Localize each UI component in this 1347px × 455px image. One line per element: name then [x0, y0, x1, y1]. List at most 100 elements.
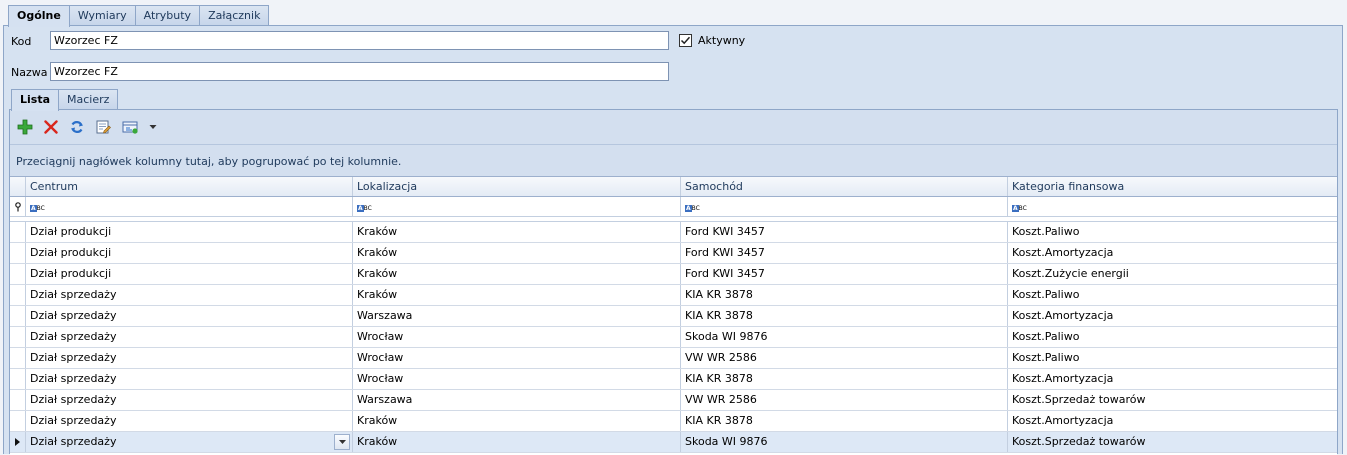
nazwa-field[interactable]: Wzorzec FZ [50, 62, 669, 81]
cell-samochod[interactable]: VW WR 2586 [681, 348, 1008, 368]
filter-lokalizacja[interactable]: ABC [353, 197, 681, 216]
table-row[interactable]: Dział sprzedaży Wrocław VW WR 2586 Koszt.Pa… [10, 348, 1337, 369]
cell-lokalizacja[interactable]: Kraków [353, 264, 681, 284]
cell-lokalizacja[interactable]: Kraków [353, 222, 681, 242]
cell-text: Dział produkcji [30, 225, 112, 238]
cell-kategoria[interactable]: Koszt.Amortyzacja [1008, 369, 1337, 389]
table-row[interactable]: Dział sprzedaży Kraków KIA KR 3878 Koszt.Pa… [10, 285, 1337, 306]
cell-kategoria[interactable]: Koszt.Paliwo [1008, 327, 1337, 347]
row-indicator [10, 264, 26, 284]
cell-lokalizacja[interactable]: Kraków [353, 411, 681, 431]
table-row[interactable]: Dział sprzedaży Warszawa KIA KR 3878 Koszt.… [10, 306, 1337, 327]
table-row[interactable]: Dział produkcji Kraków Ford KWI 3457 Koszt.… [10, 264, 1337, 285]
column-header-samochod[interactable]: Samochód [681, 177, 1008, 196]
abc-filter-icon: ABC [685, 205, 700, 212]
cell-centrum[interactable]: Dział sprzedaży [26, 390, 353, 410]
cell-samochod[interactable]: KIA KR 3878 [681, 306, 1008, 326]
delete-button[interactable] [40, 116, 62, 138]
checkmark-icon [680, 36, 691, 45]
cell-samochod[interactable]: KIA KR 3878 [681, 369, 1008, 389]
cell-kategoria[interactable]: Koszt.Paliwo [1008, 348, 1337, 368]
filter-kategoria[interactable]: ABC [1008, 197, 1337, 216]
cell-samochod[interactable]: KIA KR 3878 [681, 411, 1008, 431]
cell-dropdown-button[interactable] [334, 434, 350, 450]
current-row-arrow-icon [15, 438, 20, 446]
cell-centrum[interactable]: Dział sprzedaży [26, 432, 353, 452]
cell-samochod[interactable]: Ford KWI 3457 [681, 243, 1008, 263]
tab-lista[interactable]: Lista [11, 89, 60, 111]
cell-text: Warszawa [357, 309, 413, 322]
cell-kategoria[interactable]: Koszt.Amortyzacja [1008, 306, 1337, 326]
cell-lokalizacja[interactable]: Kraków [353, 243, 681, 263]
cell-centrum[interactable]: Dział sprzedaży [26, 411, 353, 431]
cell-samochod[interactable]: Ford KWI 3457 [681, 264, 1008, 284]
edit-button[interactable] [92, 116, 114, 138]
cell-kategoria[interactable]: Koszt.Amortyzacja [1008, 411, 1337, 431]
tab-atrybuty[interactable]: Atrybuty [134, 5, 201, 26]
cell-text: KIA KR 3878 [685, 288, 753, 301]
tab-wymiary[interactable]: Wymiary [68, 5, 136, 26]
cell-kategoria[interactable]: Koszt.Paliwo [1008, 285, 1337, 305]
cell-lokalizacja[interactable]: Wrocław [353, 369, 681, 389]
table-row[interactable]: Dział produkcji Kraków Ford KWI 3457 Koszt.… [10, 243, 1337, 264]
cell-lokalizacja[interactable]: Warszawa [353, 306, 681, 326]
cell-samochod[interactable]: Ford KWI 3457 [681, 222, 1008, 242]
cell-samochod[interactable]: VW WR 2586 [681, 390, 1008, 410]
cell-centrum[interactable]: Dział sprzedaży [26, 348, 353, 368]
add-button[interactable] [14, 116, 36, 138]
kod-field[interactable]: Wzorzec FZ [50, 31, 669, 50]
cell-text: Ford KWI 3457 [685, 267, 765, 280]
tab-zalacznik[interactable]: Załącznik [199, 5, 270, 26]
row-indicator [10, 285, 26, 305]
cell-text: Kraków [357, 414, 398, 427]
cell-kategoria[interactable]: Koszt.Zużycie energii [1008, 264, 1337, 284]
cell-centrum[interactable]: Dział sprzedaży [26, 327, 353, 347]
row-indicator [10, 327, 26, 347]
view-button[interactable] [118, 116, 144, 138]
filter-centrum[interactable]: ABC [26, 197, 353, 216]
cell-centrum[interactable]: Dział produkcji [26, 264, 353, 284]
cell-lokalizacja[interactable]: Kraków [353, 285, 681, 305]
table-row[interactable]: Dział sprzedaży Warszawa VW WR 2586 Koszt.S… [10, 390, 1337, 411]
cell-kategoria[interactable]: Koszt.Paliwo [1008, 222, 1337, 242]
cell-kategoria[interactable]: Koszt.Amortyzacja [1008, 243, 1337, 263]
cell-text: Ford KWI 3457 [685, 246, 765, 259]
cell-centrum[interactable]: Dział sprzedaży [26, 369, 353, 389]
filter-samochod[interactable]: ABC [681, 197, 1008, 216]
aktywny-checkbox[interactable] [679, 34, 692, 47]
row-indicator [10, 306, 26, 326]
cell-samochod[interactable]: KIA KR 3878 [681, 285, 1008, 305]
cell-samochod[interactable]: Skoda WI 9876 [681, 327, 1008, 347]
cell-lokalizacja[interactable]: Warszawa [353, 390, 681, 410]
column-header-lokalizacja[interactable]: Lokalizacja [353, 177, 681, 196]
cell-centrum[interactable]: Dział produkcji [26, 243, 353, 263]
cell-centrum[interactable]: Dział sprzedaży [26, 285, 353, 305]
tab-ogolne[interactable]: Ogólne [8, 5, 70, 27]
refresh-button[interactable] [66, 116, 88, 138]
column-header-kategoria[interactable]: Kategoria finansowa [1008, 177, 1337, 196]
cell-lokalizacja[interactable]: Wrocław [353, 348, 681, 368]
cell-text: Skoda WI 9876 [685, 330, 768, 343]
cell-text: Koszt.Paliwo [1012, 288, 1080, 301]
table-row[interactable]: Dział sprzedaży Kraków Skoda WI 9876 Koszt.… [10, 432, 1337, 453]
table-row[interactable]: Dział sprzedaży Kraków KIA KR 3878 Koszt.Am… [10, 411, 1337, 432]
cell-lokalizacja[interactable]: Kraków [353, 432, 681, 452]
cell-centrum[interactable]: Dział sprzedaży [26, 306, 353, 326]
table-row[interactable]: Dział produkcji Kraków Ford KWI 3457 Koszt.… [10, 222, 1337, 243]
table-row[interactable]: Dział sprzedaży Wrocław Skoda WI 9876 Koszt… [10, 327, 1337, 348]
edit-icon [96, 120, 111, 134]
group-by-panel[interactable]: Przeciągnij nagłówek kolumny tutaj, aby … [10, 144, 1337, 177]
cell-centrum[interactable]: Dział produkcji [26, 222, 353, 242]
cell-kategoria[interactable]: Koszt.Sprzedaż towarów [1008, 432, 1337, 452]
column-header-centrum[interactable]: Centrum [26, 177, 353, 196]
table-row[interactable]: Dział sprzedaży Wrocław KIA KR 3878 Koszt.A… [10, 369, 1337, 390]
cell-samochod[interactable]: Skoda WI 9876 [681, 432, 1008, 452]
cell-text: Dział sprzedaży [30, 435, 117, 448]
cell-kategoria[interactable]: Koszt.Sprzedaż towarów [1008, 390, 1337, 410]
tab-macierz[interactable]: Macierz [58, 89, 119, 110]
cell-text: Wrocław [357, 372, 404, 385]
cell-lokalizacja[interactable]: Wrocław [353, 327, 681, 347]
row-indicator [10, 348, 26, 368]
abc-filter-icon: ABC [30, 205, 45, 212]
view-dropdown-button[interactable] [148, 116, 158, 138]
